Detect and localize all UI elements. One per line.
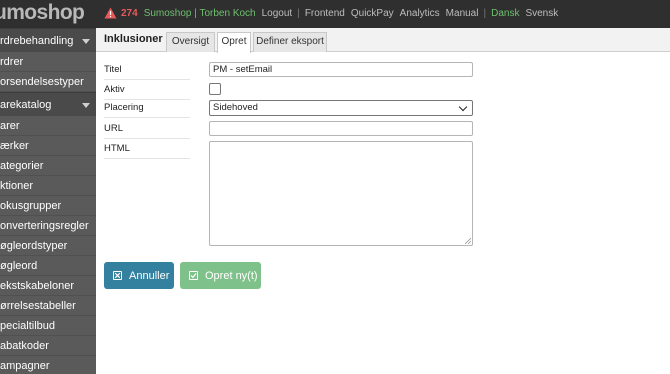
html-label: HTML — [104, 141, 190, 159]
logout-link[interactable]: Logout — [262, 8, 293, 19]
sidebar-item-specialtilbud[interactable]: pecialtilbud — [0, 316, 96, 336]
sidebar-item-kategorier[interactable]: ategorier — [0, 156, 96, 176]
language-svensk[interactable]: Svensk — [525, 8, 558, 19]
sidebar-section-varekatalog[interactable]: arekatalog — [0, 92, 96, 116]
sidebar-item-aktioner[interactable]: ktioner — [0, 176, 96, 196]
sidebar-section-label: arekatalog — [0, 99, 52, 111]
sidebar-item-noegleordstyper[interactable]: øgleordstyper — [0, 236, 96, 256]
form-row-titel: Titel — [104, 62, 664, 80]
form-row-url: URL — [104, 121, 664, 139]
alert-count[interactable]: 274 — [121, 8, 138, 19]
html-textarea[interactable] — [209, 141, 473, 246]
manual-link[interactable]: Manual — [446, 8, 479, 19]
placering-label: Placering — [104, 100, 190, 118]
main-content: Inklusioner Oversigt Opret Definer ekspo… — [96, 28, 670, 374]
sidebar-item-forsendelsestyper[interactable]: orsendelsestyper — [0, 72, 96, 92]
analytics-link[interactable]: Analytics — [400, 8, 440, 19]
titel-label: Titel — [104, 62, 190, 80]
caret-down-icon — [82, 39, 90, 44]
sidebar-section-ordrebehandling[interactable]: rdrebehandling — [0, 28, 96, 52]
sidebar: rdrebehandling rdrer orsendelsestyper ar… — [0, 28, 96, 374]
logo[interactable]: umoshop — [0, 0, 85, 26]
language-dansk[interactable]: Dansk — [491, 8, 519, 19]
close-icon — [113, 271, 122, 280]
sidebar-item-stoerrelsestabeller[interactable]: ørrelsestabeller — [0, 296, 96, 316]
frontend-link[interactable]: Frontend — [305, 8, 345, 19]
page-title: Inklusioner — [104, 33, 163, 45]
nav-separator: | — [297, 7, 300, 19]
form-row-aktiv: Aktiv — [104, 82, 664, 100]
sidebar-item-konverteringsregler[interactable]: onverteringsregler — [0, 216, 96, 236]
aktiv-checkbox[interactable] — [209, 83, 221, 95]
check-icon — [189, 271, 198, 280]
placering-select[interactable]: Sidehoved — [209, 100, 473, 116]
resize-grip-icon[interactable] — [465, 238, 471, 244]
sidebar-section-label: rdrebehandling — [0, 35, 74, 47]
sidebar-item-maerker[interactable]: ærker — [0, 136, 96, 156]
sidebar-item-kampagner[interactable]: ampagner — [0, 356, 96, 374]
top-nav: 274 Sumoshop | Torben Koch Logout | Fron… — [104, 0, 558, 26]
form-row-html: HTML — [104, 141, 664, 247]
sidebar-item-rabatkoder[interactable]: abatkoder — [0, 336, 96, 356]
placering-selected-value: Sidehoved — [213, 102, 258, 113]
cancel-button-label: Annuller — [129, 269, 170, 282]
aktiv-label: Aktiv — [104, 82, 190, 100]
chevron-down-icon — [458, 102, 468, 112]
url-label: URL — [104, 121, 190, 139]
tab-bar: Inklusioner Oversigt Opret Definer ekspo… — [96, 28, 670, 53]
caret-down-icon — [82, 103, 90, 108]
create-button-label: Opret ny(t) — [205, 269, 258, 282]
sidebar-item-fokusgrupper[interactable]: okusgrupper — [0, 196, 96, 216]
shop-user-link[interactable]: Sumoshop | Torben Koch — [144, 8, 256, 19]
quickpay-link[interactable]: QuickPay — [351, 8, 394, 19]
titel-input[interactable] — [209, 62, 473, 77]
sidebar-item-tekstskabeloner[interactable]: ekstskabeloner — [0, 276, 96, 296]
top-bar: umoshop 274 Sumoshop | Torben Koch Logou… — [0, 0, 670, 28]
tab-oversigt[interactable]: Oversigt — [166, 32, 215, 52]
nav-separator: | — [483, 7, 487, 19]
url-input[interactable] — [209, 121, 473, 136]
create-button[interactable]: Opret ny(t) — [180, 262, 261, 289]
sidebar-item-varer[interactable]: arer — [0, 116, 96, 136]
sidebar-item-noegleord[interactable]: øgleord — [0, 256, 96, 276]
form-row-placering: Placering Sidehoved — [104, 100, 664, 118]
cancel-button[interactable]: Annuller — [104, 262, 174, 289]
warning-icon[interactable] — [104, 7, 117, 19]
sidebar-item-ordrer[interactable]: rdrer — [0, 52, 96, 72]
tab-definer-eksport[interactable]: Definer eksport — [253, 32, 327, 52]
tab-opret[interactable]: Opret — [217, 32, 251, 53]
